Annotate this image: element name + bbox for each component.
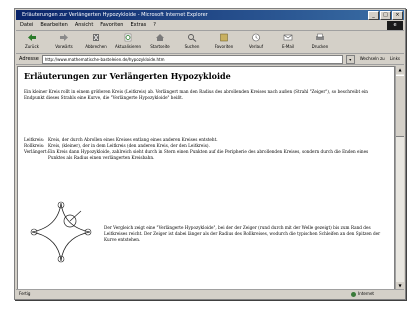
refresh-label: Aktualisieren bbox=[114, 44, 142, 49]
ie-logo-icon: e bbox=[387, 21, 403, 30]
home-icon bbox=[156, 34, 164, 41]
print-icon bbox=[316, 33, 324, 40]
menu-file[interactable]: Datei bbox=[20, 21, 33, 30]
page-title: Erläuterungen zur Verlängerten Hypozyklo… bbox=[24, 71, 231, 81]
maximize-button[interactable]: □ bbox=[380, 11, 391, 20]
browser-window: Erläuterungen zur Verlängerten Hypozyklo… bbox=[14, 8, 406, 300]
address-label: Adresse bbox=[19, 56, 39, 62]
mail-icon bbox=[283, 34, 293, 41]
definition-text: Ein Kreis dann Hypozykloide, zahlreich s… bbox=[48, 149, 369, 160]
go-button[interactable]: Wechseln zu bbox=[358, 54, 387, 64]
menu-help[interactable]: ? bbox=[153, 21, 156, 30]
stop-icon bbox=[93, 34, 99, 41]
mail-button[interactable]: E-Mail bbox=[272, 31, 304, 53]
title-bar: Erläuterungen zur Verlängerten Hypozyklo… bbox=[16, 10, 404, 20]
stop-label: Abbrechen bbox=[85, 44, 107, 49]
definition-row: Verlängert: Ein Kreis dann Hypozykloide,… bbox=[24, 149, 384, 161]
mail-label: E-Mail bbox=[281, 44, 295, 49]
address-input[interactable]: http://www.mathematische-basteleien.de/h… bbox=[41, 54, 343, 64]
menu-bar: Datei Bearbeiten Ansicht Favoriten Extra… bbox=[16, 21, 404, 31]
scroll-thumb[interactable] bbox=[396, 75, 404, 137]
back-label: Zurück bbox=[25, 44, 39, 49]
home-label: Startseite bbox=[150, 44, 170, 49]
menu-edit[interactable]: Bearbeiten bbox=[40, 21, 67, 30]
forward-arrow-icon bbox=[60, 34, 68, 41]
menu-favorites[interactable]: Favoriten bbox=[100, 21, 123, 30]
hypocycloid-figure bbox=[30, 201, 92, 263]
definition-list: Leitkreis: Kreis, der durch Abrollen ein… bbox=[24, 137, 384, 161]
menu-view[interactable]: Ansicht bbox=[75, 21, 93, 30]
forward-label: Vorwärts bbox=[55, 44, 73, 49]
status-bar: Fertig Internet bbox=[16, 289, 404, 298]
favorites-button[interactable]: Favoriten bbox=[208, 31, 240, 53]
search-label: Suchen bbox=[184, 44, 200, 49]
print-label: Drucken bbox=[311, 44, 329, 49]
toolbar: Zurück Vorwärts Abbrechen Aktualisieren … bbox=[16, 31, 404, 54]
menu-tools[interactable]: Extras bbox=[130, 21, 146, 30]
loop-left bbox=[30, 228, 38, 236]
print-button[interactable]: Drucken bbox=[304, 31, 336, 53]
definition-term: Verlängert: bbox=[24, 149, 48, 154]
history-icon bbox=[252, 33, 260, 42]
scroll-up-icon[interactable]: ▲ bbox=[396, 66, 404, 74]
stop-button[interactable]: Abbrechen bbox=[80, 31, 112, 53]
window-controls: _ □ × bbox=[368, 11, 403, 20]
history-button[interactable]: Verlauf bbox=[240, 31, 272, 53]
page-content: Erläuterungen zur Verlängerten Hypozyklo… bbox=[17, 66, 395, 290]
refresh-icon bbox=[124, 33, 132, 42]
zone-label: Internet bbox=[358, 291, 374, 296]
vertical-scrollbar[interactable]: ▲ ▼ bbox=[395, 66, 404, 290]
history-label: Verlauf bbox=[248, 44, 264, 49]
status-text: Fertig bbox=[19, 291, 31, 296]
minimize-button[interactable]: _ bbox=[368, 11, 379, 20]
favorites-icon bbox=[220, 33, 228, 42]
figure-caption: Der Vergleich zeigt eine "Verlängerte Hy… bbox=[104, 225, 381, 242]
close-button[interactable]: × bbox=[392, 11, 403, 20]
globe-icon bbox=[351, 291, 357, 297]
window-title: Erläuterungen zur Verlängerten Hypozyklo… bbox=[22, 12, 208, 18]
back-arrow-icon bbox=[28, 34, 36, 41]
refresh-button[interactable]: Aktualisieren bbox=[112, 31, 144, 53]
intro-paragraph: Ein kleiner Kreis rollt in einem größere… bbox=[24, 89, 368, 100]
forward-button[interactable]: Vorwärts bbox=[48, 31, 80, 53]
address-dropdown-icon[interactable]: ▾ bbox=[345, 54, 355, 64]
address-bar: Adresse http://www.mathematische-bastele… bbox=[16, 54, 404, 65]
search-icon bbox=[188, 34, 197, 42]
favorites-label: Favoriten bbox=[214, 44, 234, 49]
search-button[interactable]: Suchen bbox=[176, 31, 208, 53]
back-button[interactable]: Zurück bbox=[16, 31, 48, 53]
security-zone: Internet bbox=[351, 290, 404, 298]
hypocycloid-curve bbox=[31, 202, 91, 262]
loop-right bbox=[84, 228, 92, 236]
links-button[interactable]: Links bbox=[390, 54, 404, 64]
home-button[interactable]: Startseite bbox=[144, 31, 176, 53]
